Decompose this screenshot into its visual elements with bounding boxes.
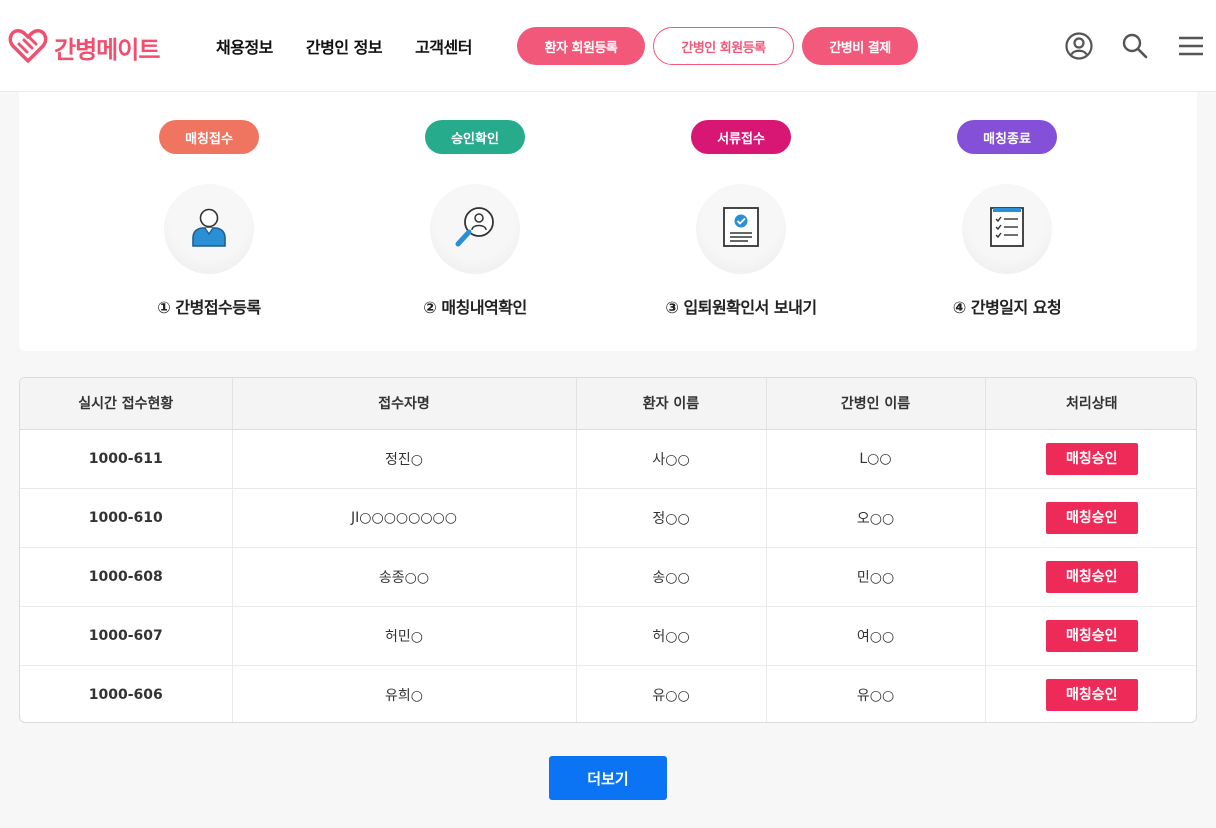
step-label: ① 간병접수등록	[157, 298, 261, 317]
step-icon-circle	[164, 184, 254, 274]
patient-name: 정○○	[576, 488, 767, 548]
col-header-caregiver: 간병인 이름	[766, 378, 986, 430]
receipt-number: 1000-608	[20, 547, 233, 607]
table-header-row: 실시간 접수현황 접수자명 환자 이름 간병인 이름 처리상태	[20, 378, 1196, 430]
step-badge: 서류접수	[691, 120, 791, 154]
status-cell: 매칭승인	[985, 547, 1196, 607]
patient-name: 허○○	[576, 606, 767, 666]
load-more-button[interactable]: 더보기	[549, 756, 667, 800]
table-row: 1000-607 허민○ 허○○ 여○○ 매칭승인	[20, 606, 1196, 666]
table-row: 1000-608 송종○○ 송○○ 민○○ 매칭승인	[20, 547, 1196, 607]
main-nav: 채용정보 간병인 정보 고객센터	[216, 34, 472, 58]
logo-text: 간병메이트	[54, 35, 160, 64]
step-badge: 매칭접수	[159, 120, 259, 154]
user-circle-icon[interactable]	[1063, 30, 1095, 62]
col-header-patient: 환자 이름	[576, 378, 767, 430]
table-row: 1000-611 정진○ 사○○ L○○ 매칭승인	[20, 429, 1196, 489]
caregiver-signup-button[interactable]: 간병인 회원등록	[653, 27, 794, 65]
receipt-number: 1000-607	[20, 606, 233, 666]
payment-button[interactable]: 간병비 결제	[802, 27, 918, 65]
step-badge: 승인확인	[425, 120, 525, 154]
step-label: ② 매칭내역확인	[423, 298, 527, 317]
applicant-name: 송종○○	[232, 547, 577, 607]
checklist-icon	[984, 204, 1030, 254]
nav-jobs[interactable]: 채용정보	[216, 34, 273, 58]
patient-signup-button[interactable]: 환자 회원등록	[517, 27, 645, 65]
step-label: ④ 간병일지 요청	[952, 298, 1062, 317]
search-icon[interactable]	[1119, 30, 1151, 62]
step-icon-circle	[430, 184, 520, 274]
step-label: ③ 입퇴원확인서 보내기	[665, 298, 817, 317]
realtime-status-table: 실시간 접수현황 접수자명 환자 이름 간병인 이름 처리상태 1000-611…	[19, 377, 1197, 723]
receipt-number: 1000-606	[20, 665, 233, 722]
status-cell: 매칭승인	[985, 606, 1196, 666]
process-steps-card: 매칭접수 ① 간병접수등록 승인확인 ② 매칭내역확인 서류접수 ③ 입퇴원확인…	[19, 92, 1197, 351]
step-badge: 매칭종료	[957, 120, 1057, 154]
step-icon-circle	[696, 184, 786, 274]
status-cell: 매칭승인	[985, 665, 1196, 722]
applicant-name: 허민○	[232, 606, 577, 666]
status-badge[interactable]: 매칭승인	[1045, 560, 1138, 593]
person-icon	[186, 204, 232, 254]
caregiver-name: 여○○	[766, 606, 986, 666]
receipt-number: 1000-611	[20, 429, 233, 489]
caregiver-name: L○○	[766, 429, 986, 489]
caregiver-name: 오○○	[766, 488, 986, 548]
col-header-applicant: 접수자명	[232, 378, 577, 430]
status-badge[interactable]: 매칭승인	[1045, 442, 1138, 475]
applicant-name: 유희○	[232, 665, 577, 722]
applicant-name: JI○○○○○○○○	[232, 488, 577, 548]
status-cell: 매칭승인	[985, 429, 1196, 489]
col-header-realtime: 실시간 접수현황	[20, 378, 233, 430]
status-cell: 매칭승인	[985, 488, 1196, 548]
caregiver-name: 유○○	[766, 665, 986, 722]
hamburger-menu-icon[interactable]	[1175, 30, 1207, 62]
nav-caregiver-info[interactable]: 간병인 정보	[306, 34, 383, 58]
step-icon-circle	[962, 184, 1052, 274]
status-badge[interactable]: 매칭승인	[1045, 678, 1138, 711]
receipt-number: 1000-610	[20, 488, 233, 548]
nav-customer-center[interactable]: 고객센터	[415, 34, 472, 58]
site-header: 간병메이트 채용정보 간병인 정보 고객센터 환자 회원등록 간병인 회원등록 …	[0, 0, 1216, 92]
table-row: 1000-610 JI○○○○○○○○ 정○○ 오○○ 매칭승인	[20, 488, 1196, 548]
table-row: 1000-606 유희○ 유○○ 유○○ 매칭승인	[20, 665, 1196, 722]
status-badge[interactable]: 매칭승인	[1045, 501, 1138, 534]
status-badge[interactable]: 매칭승인	[1045, 619, 1138, 652]
logo[interactable]: 간병메이트	[8, 26, 160, 68]
patient-name: 송○○	[576, 547, 767, 607]
applicant-name: 정진○	[232, 429, 577, 489]
col-header-status: 처리상태	[985, 378, 1196, 430]
patient-name: 유○○	[576, 665, 767, 722]
heart-hands-logo-icon	[8, 26, 48, 68]
patient-name: 사○○	[576, 429, 767, 489]
document-check-icon	[718, 204, 764, 254]
magnifier-person-icon	[451, 203, 499, 255]
caregiver-name: 민○○	[766, 547, 986, 607]
